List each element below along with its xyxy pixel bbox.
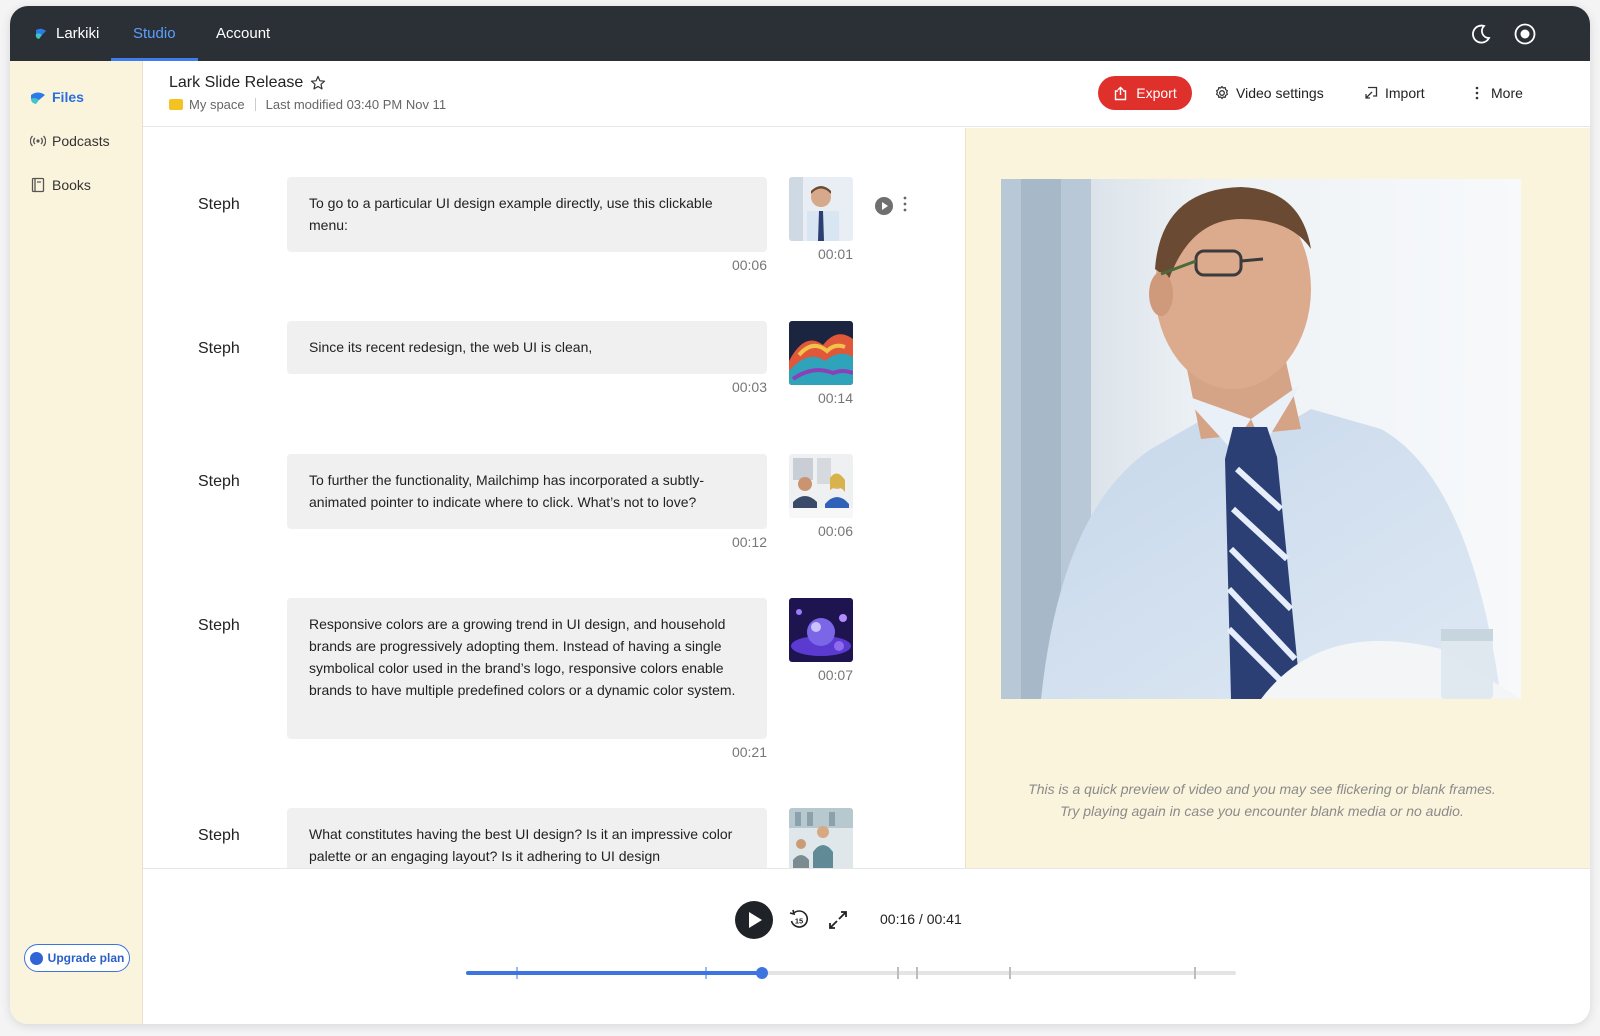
podcast-icon xyxy=(30,135,46,147)
speaker-name: Steph xyxy=(198,617,240,634)
preview-frame[interactable] xyxy=(1001,179,1521,699)
last-modified: Last modified 03:40 PM Nov 11 xyxy=(265,97,447,112)
progress-handle[interactable] xyxy=(756,967,769,979)
transcript-text[interactable]: What constitutes having the best UI desi… xyxy=(287,808,767,868)
sidebar: Files Podcasts Books Upgrade plan xyxy=(10,61,143,1024)
book-icon xyxy=(31,177,45,193)
purple-sphere-thumbnail xyxy=(789,598,853,662)
page-title: Lark Slide Release xyxy=(169,74,304,91)
transcript-text[interactable]: Since its recent redesign, the web UI is… xyxy=(287,321,767,374)
files-icon xyxy=(31,92,45,104)
document-header: Lark Slide Release My space Last modifie… xyxy=(143,61,1590,127)
more-vertical-icon xyxy=(1475,86,1479,100)
time-readout: 00:16 / 00:41 xyxy=(880,911,962,927)
office-team-thumbnail xyxy=(789,808,853,868)
upgrade-icon xyxy=(29,951,43,965)
divider xyxy=(254,98,256,111)
sidebar-item-files[interactable]: Files xyxy=(30,89,84,105)
sidebar-item-podcasts[interactable]: Podcasts xyxy=(30,133,110,149)
moon-icon[interactable] xyxy=(1468,21,1494,47)
playback-bar: 15 00:16 / 00:41 xyxy=(143,868,1590,1024)
sidebar-item-label: Books xyxy=(52,177,91,193)
sidebar-item-books[interactable]: Books xyxy=(30,177,91,193)
record-icon[interactable] xyxy=(1512,21,1538,47)
thumbnail-time: 00:01 xyxy=(817,246,853,262)
media-thumbnail[interactable] xyxy=(789,454,853,518)
meeting-thumbnail xyxy=(789,454,853,518)
sidebar-item-label: Files xyxy=(52,89,84,105)
segment-duration: 00:21 xyxy=(731,744,767,760)
man-office-preview-image xyxy=(1001,179,1521,699)
segment-marker[interactable] xyxy=(1008,967,1011,979)
folder-icon xyxy=(169,99,183,110)
import-button[interactable]: Import xyxy=(1363,76,1425,110)
speaker-name: Steph xyxy=(198,473,240,490)
import-label: Import xyxy=(1385,85,1425,101)
sidebar-item-label: Podcasts xyxy=(52,133,110,149)
media-thumbnail[interactable] xyxy=(789,598,853,662)
preview-note-line: Try playing again in case you encounter … xyxy=(1060,803,1464,819)
video-settings-button[interactable]: Video settings xyxy=(1214,76,1324,110)
speaker-name: Steph xyxy=(198,340,240,357)
preview-note: This is a quick preview of video and you… xyxy=(966,778,1558,822)
abstract-color-thumbnail xyxy=(789,321,853,385)
brand-name: Larkiki xyxy=(56,25,100,42)
media-thumbnail[interactable] xyxy=(789,177,853,241)
tab-studio[interactable]: Studio xyxy=(111,6,197,61)
rewind-15-icon[interactable]: 15 xyxy=(788,909,810,931)
document-meta: My space Last modified 03:40 PM Nov 11 xyxy=(169,97,446,112)
transcript-text[interactable]: To further the functionality, Mailchimp … xyxy=(287,454,767,529)
segment-marker[interactable] xyxy=(916,967,919,979)
export-label: Export xyxy=(1136,85,1177,101)
segment-duration: 00:03 xyxy=(731,379,767,395)
media-thumbnail[interactable] xyxy=(789,808,853,868)
row-play-icon[interactable] xyxy=(875,197,893,215)
app-window: Larkiki Studio Account Files Podcasts Bo… xyxy=(10,6,1590,1024)
import-icon xyxy=(1365,86,1378,99)
row-more-icon[interactable] xyxy=(901,195,909,213)
fullscreen-icon[interactable] xyxy=(827,909,849,931)
video-settings-label: Video settings xyxy=(1236,85,1324,101)
speaker-name: Steph xyxy=(198,827,240,844)
export-icon xyxy=(1115,86,1127,100)
segment-marker[interactable] xyxy=(1193,967,1196,979)
thumbnail-time: 00:14 xyxy=(817,390,853,406)
upgrade-label: Upgrade plan xyxy=(47,951,125,965)
play-icon[interactable] xyxy=(735,901,773,939)
segment-duration: 00:12 xyxy=(731,534,767,550)
svg-text:15: 15 xyxy=(795,917,803,926)
thumbnail-time: 00:07 xyxy=(817,667,853,683)
larkiki-logo-icon xyxy=(35,28,46,39)
gear-icon xyxy=(1216,85,1228,100)
media-thumbnail[interactable] xyxy=(789,321,853,385)
document-title: Lark Slide Release xyxy=(169,74,326,92)
progress-fill xyxy=(466,971,763,975)
transcript-text[interactable]: To go to a particular UI design example … xyxy=(287,177,767,252)
tab-account[interactable]: Account xyxy=(216,6,270,61)
segment-duration: 00:06 xyxy=(731,257,767,273)
more-label: More xyxy=(1491,85,1523,101)
top-bar: Larkiki Studio Account xyxy=(10,6,1590,61)
brand[interactable]: Larkiki xyxy=(34,6,99,61)
man-office-thumbnail xyxy=(789,177,853,241)
upgrade-plan-button[interactable]: Upgrade plan xyxy=(24,944,130,972)
preview-note-line: This is a quick preview of video and you… xyxy=(1028,781,1496,797)
progress-track[interactable] xyxy=(466,967,1236,979)
speaker-name: Steph xyxy=(198,196,240,213)
transcript-list: Steph To go to a particular UI design ex… xyxy=(143,128,965,868)
transcript-text[interactable]: Responsive colors are a growing trend in… xyxy=(287,598,767,739)
thumbnail-time: 00:06 xyxy=(817,523,853,539)
star-icon[interactable] xyxy=(310,75,326,91)
space-link[interactable]: My space xyxy=(189,97,245,112)
more-button[interactable]: More xyxy=(1469,76,1523,110)
segment-marker[interactable] xyxy=(897,967,900,979)
export-button[interactable]: Export xyxy=(1098,76,1192,110)
video-preview-panel: This is a quick preview of video and you… xyxy=(965,128,1590,868)
